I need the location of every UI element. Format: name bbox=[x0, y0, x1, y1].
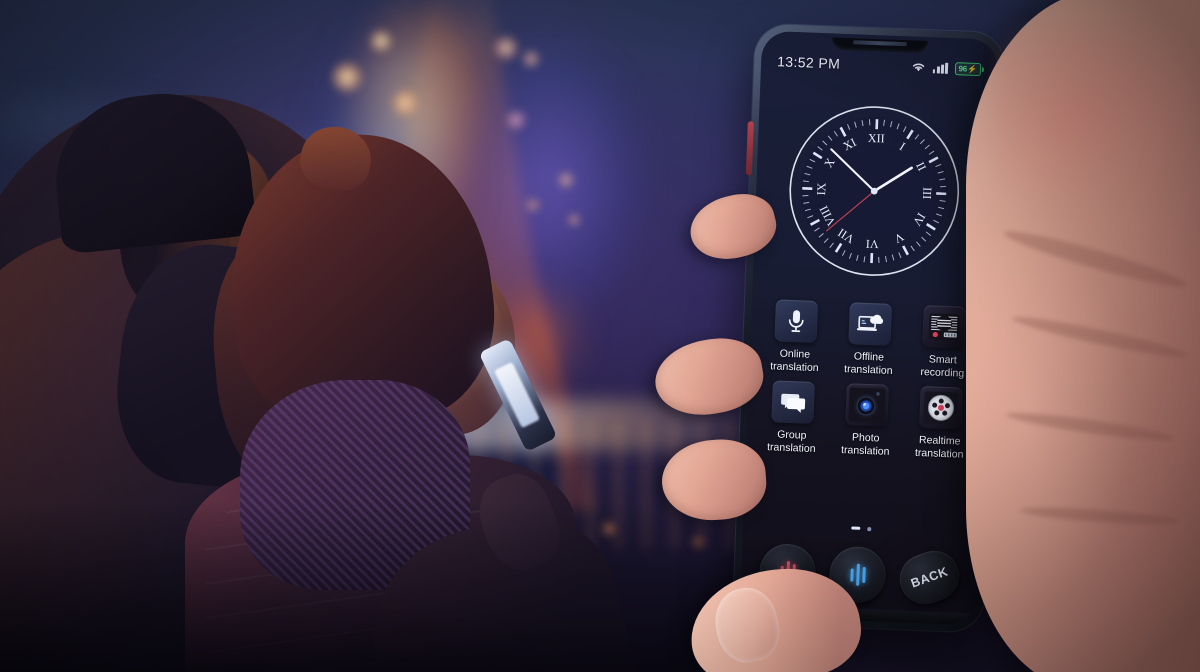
voice-recorder-icon bbox=[928, 313, 960, 341]
phone-screen[interactable]: 13:52 PM 96 ⚡ XII I II III IV V VI VII V… bbox=[739, 30, 999, 626]
app-tile[interactable] bbox=[774, 299, 818, 343]
status-icon-group: 96 ⚡ bbox=[911, 60, 982, 76]
clock-widget[interactable]: XII I II III IV V VI VII VIII IX X XI bbox=[783, 100, 966, 283]
app-label-line2: translation bbox=[843, 362, 893, 377]
film-reel-icon bbox=[923, 391, 959, 425]
bokeh-light bbox=[520, 48, 542, 70]
battery-level-text: 96 bbox=[958, 63, 968, 74]
app-label-line2: recording bbox=[920, 365, 965, 380]
speech-bubbles-icon bbox=[781, 393, 806, 413]
app-label: Photo translation bbox=[828, 431, 903, 459]
app-label-line2: translation bbox=[766, 440, 816, 455]
app-tile[interactable] bbox=[771, 380, 815, 424]
screenshot-scene: 13:52 PM 96 ⚡ XII I II III IV V VI VII V… bbox=[0, 0, 1200, 672]
waveform-icon bbox=[849, 563, 866, 586]
app-label: Offline translation bbox=[831, 350, 906, 378]
app-label-line1: Offline bbox=[853, 350, 885, 364]
translator-phone[interactable]: 13:52 PM 96 ⚡ XII I II III IV V VI VII V… bbox=[732, 23, 1006, 633]
status-time: 13:52 PM bbox=[776, 53, 841, 72]
foreground-shadow bbox=[0, 502, 740, 672]
app-label-line2: translation bbox=[770, 359, 819, 374]
app-label: Online translation bbox=[757, 347, 832, 375]
signal-bars-icon bbox=[932, 62, 949, 74]
app-label-line2: translation bbox=[914, 446, 964, 461]
app-tile[interactable] bbox=[845, 383, 889, 427]
app-photo-translation[interactable]: Photo translation bbox=[828, 383, 905, 459]
page-dot-active[interactable] bbox=[851, 526, 861, 531]
app-label-line1: Photo bbox=[851, 431, 880, 445]
hand-knuckle bbox=[995, 20, 1200, 220]
microphone-icon bbox=[788, 310, 804, 333]
bokeh-light bbox=[368, 28, 394, 54]
app-tile[interactable] bbox=[922, 305, 966, 349]
battery-charging-icon: 96 ⚡ bbox=[954, 61, 982, 76]
app-label: Group translation bbox=[754, 428, 829, 456]
app-tile[interactable] bbox=[848, 302, 892, 346]
camera-lens-icon bbox=[848, 387, 886, 423]
app-label-line1: Online bbox=[779, 347, 811, 361]
bokeh-light bbox=[492, 34, 520, 62]
app-offline-translation[interactable]: Offline translation bbox=[831, 302, 908, 378]
app-online-translation[interactable]: Online translation bbox=[757, 299, 834, 375]
app-label-line1: Realtime bbox=[918, 434, 961, 448]
charging-bolt-icon: ⚡ bbox=[967, 64, 978, 74]
page-dot[interactable] bbox=[867, 527, 872, 531]
svg-text:VI: VI bbox=[866, 237, 879, 251]
page-indicator[interactable] bbox=[743, 522, 979, 535]
back-button[interactable]: BACK bbox=[892, 543, 967, 612]
back-button-label: BACK bbox=[908, 564, 950, 591]
bokeh-light bbox=[390, 88, 420, 118]
app-label-line1: Smart bbox=[928, 353, 958, 367]
wifi-icon bbox=[912, 63, 925, 72]
side-power-button[interactable] bbox=[745, 121, 754, 176]
svg-text:IX: IX bbox=[814, 182, 828, 196]
app-grid: Online translation Offline translation S… bbox=[746, 298, 988, 461]
laptop-cloud-icon bbox=[856, 314, 884, 331]
svg-text:XII: XII bbox=[868, 131, 885, 146]
status-bar: 13:52 PM 96 ⚡ bbox=[761, 53, 997, 78]
app-label-line2: translation bbox=[840, 443, 890, 458]
app-tile[interactable] bbox=[919, 386, 963, 430]
bokeh-light bbox=[330, 60, 364, 94]
app-label-line1: Group bbox=[777, 428, 807, 442]
svg-text:III: III bbox=[920, 187, 934, 200]
analog-clock: XIIIIIIIIIVVVIVIIVIIIIXXXI bbox=[789, 106, 960, 276]
app-group-translation[interactable]: Group translation bbox=[754, 380, 831, 456]
